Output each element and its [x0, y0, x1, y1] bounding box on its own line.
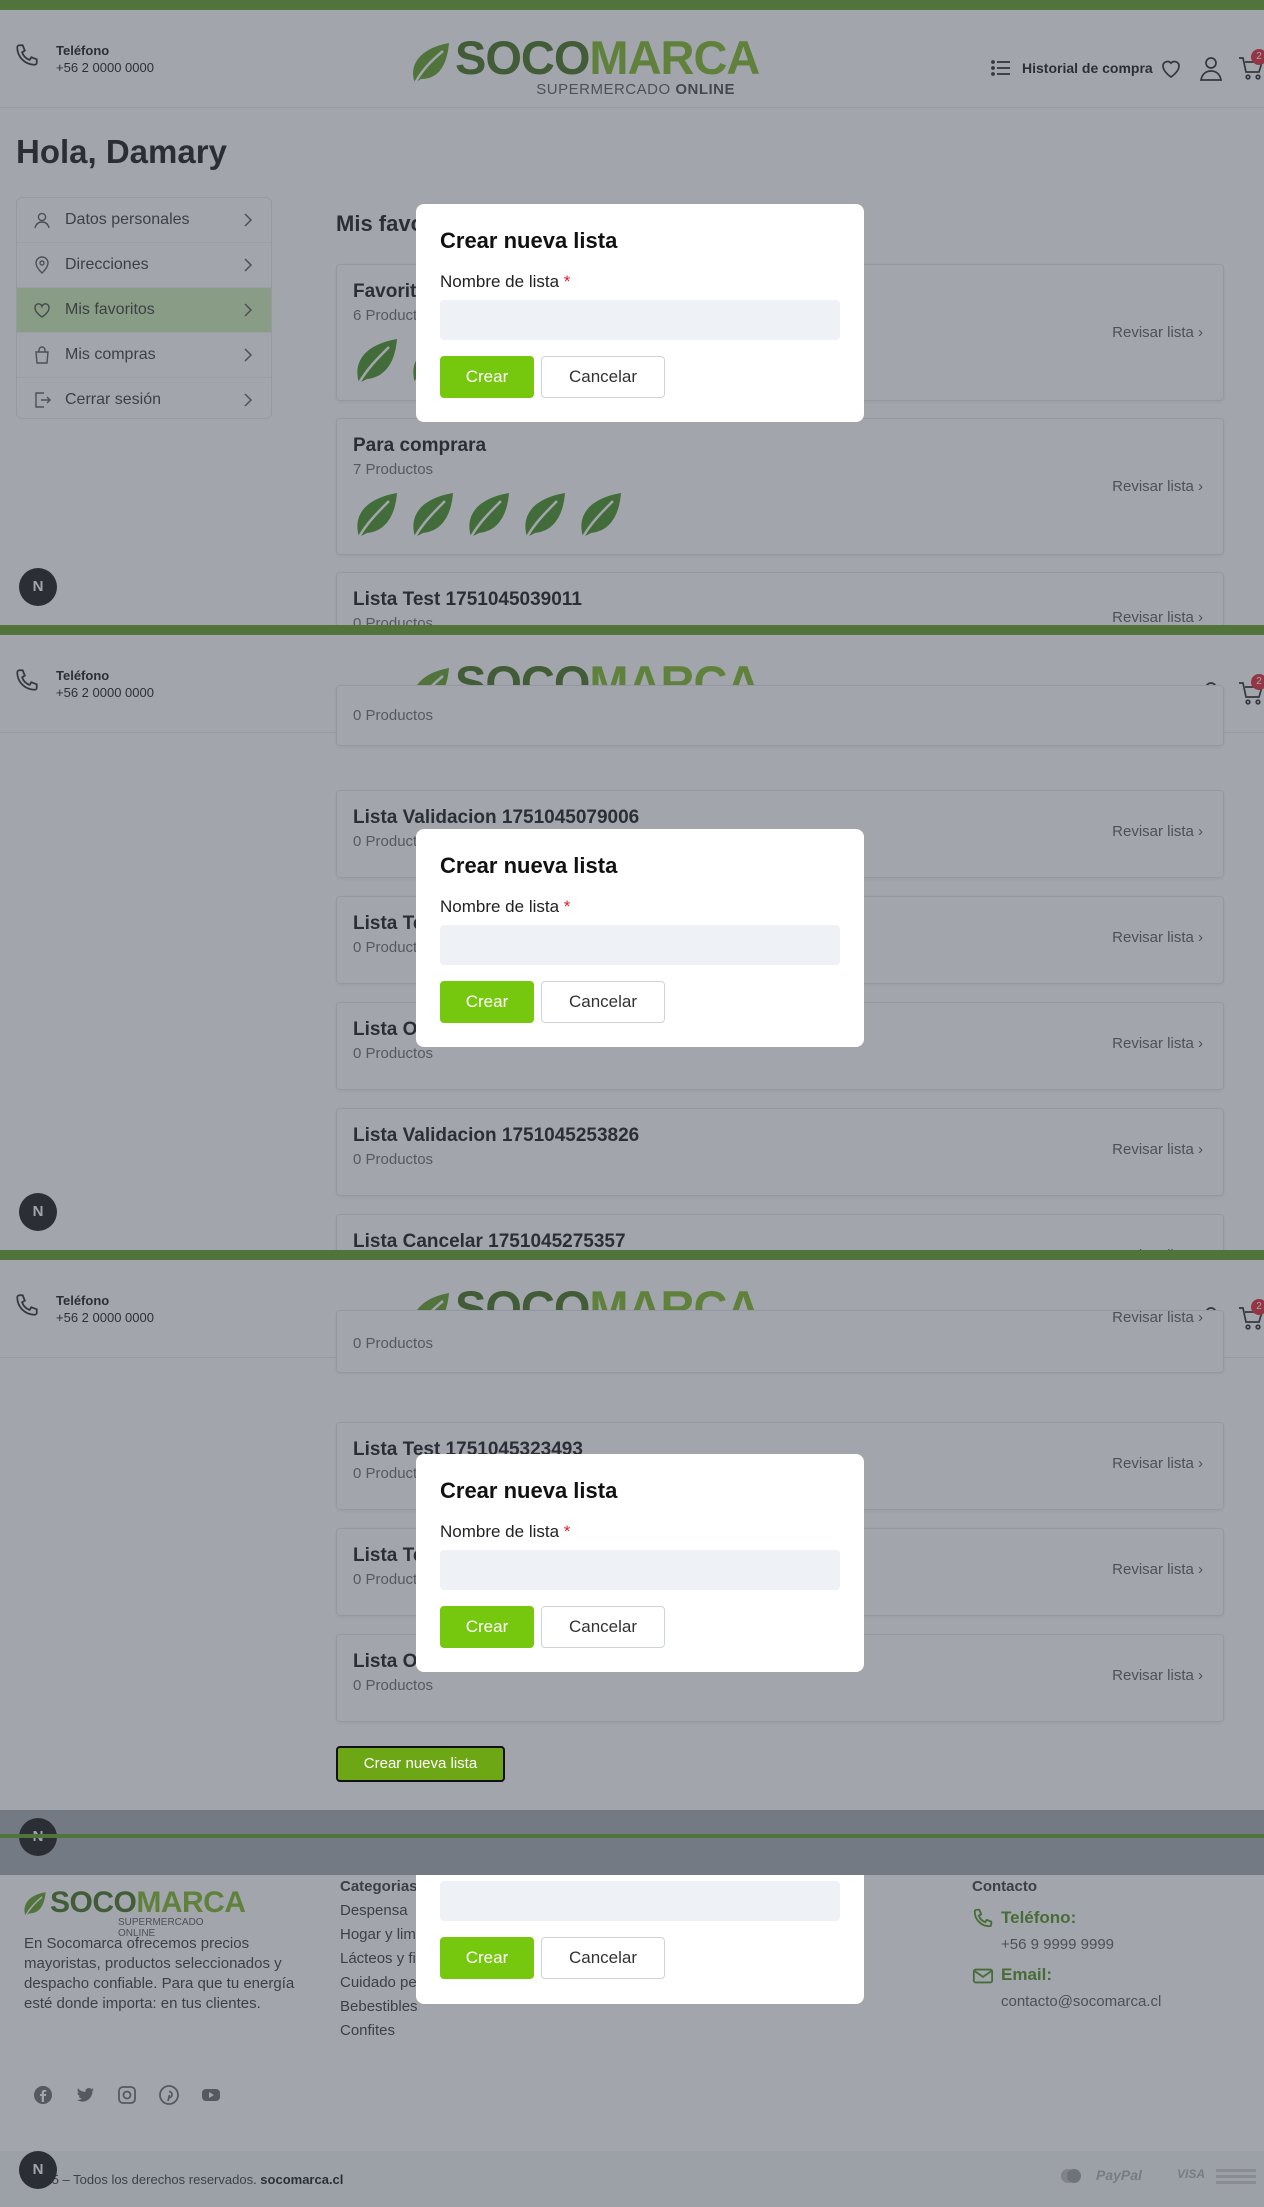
cancel-button[interactable]: Cancelar: [541, 1606, 665, 1648]
create-new-list-button[interactable]: Crear nueva lista: [336, 1746, 505, 1782]
list-name-input[interactable]: [440, 925, 840, 965]
list-name-label: Nombre de lista *: [440, 272, 571, 291]
modal-title: Crear nueva lista: [440, 1478, 618, 1503]
create-button[interactable]: Crear: [440, 981, 534, 1023]
cancel-button[interactable]: Cancelar: [541, 356, 665, 398]
list-name-label: Nombre de lista *: [440, 1522, 571, 1541]
create-list-modal: Crear nueva lista Nombre de lista * Crea…: [416, 1454, 864, 1672]
create-button[interactable]: Crear: [440, 1937, 534, 1979]
modal-title: Crear nueva lista: [440, 853, 618, 878]
cancel-button[interactable]: Cancelar: [541, 1937, 665, 1979]
create-button[interactable]: Crear: [440, 356, 534, 398]
create-list-modal: Crear nueva lista Nombre de lista * Crea…: [416, 204, 864, 422]
create-list-modal: Crear nueva lista Nombre de lista * Crea…: [416, 829, 864, 1047]
modal-title: Crear nueva lista: [440, 228, 618, 253]
list-name-input[interactable]: [440, 300, 840, 340]
screen-segment-3: Teléfono +56 2 0000 0000 SOCOMARCA SUPER…: [0, 1250, 1264, 1875]
list-name-input[interactable]: [440, 1881, 840, 1921]
screen-segment-1: Teléfono +56 2 0000 0000 SOCOMARCA SUPER…: [0, 0, 1264, 625]
create-button[interactable]: Crear: [440, 1606, 534, 1648]
cancel-button[interactable]: Cancelar: [541, 981, 665, 1023]
create-list-modal: Crear Cancelar: [416, 1875, 864, 2004]
screen-segment-2: Teléfono +56 2 0000 0000 SOCOMARCA SUPER…: [0, 625, 1264, 1250]
list-name-input[interactable]: [440, 1550, 840, 1590]
list-name-label: Nombre de lista *: [440, 897, 571, 916]
modal-backdrop[interactable]: [0, 1810, 1264, 1875]
